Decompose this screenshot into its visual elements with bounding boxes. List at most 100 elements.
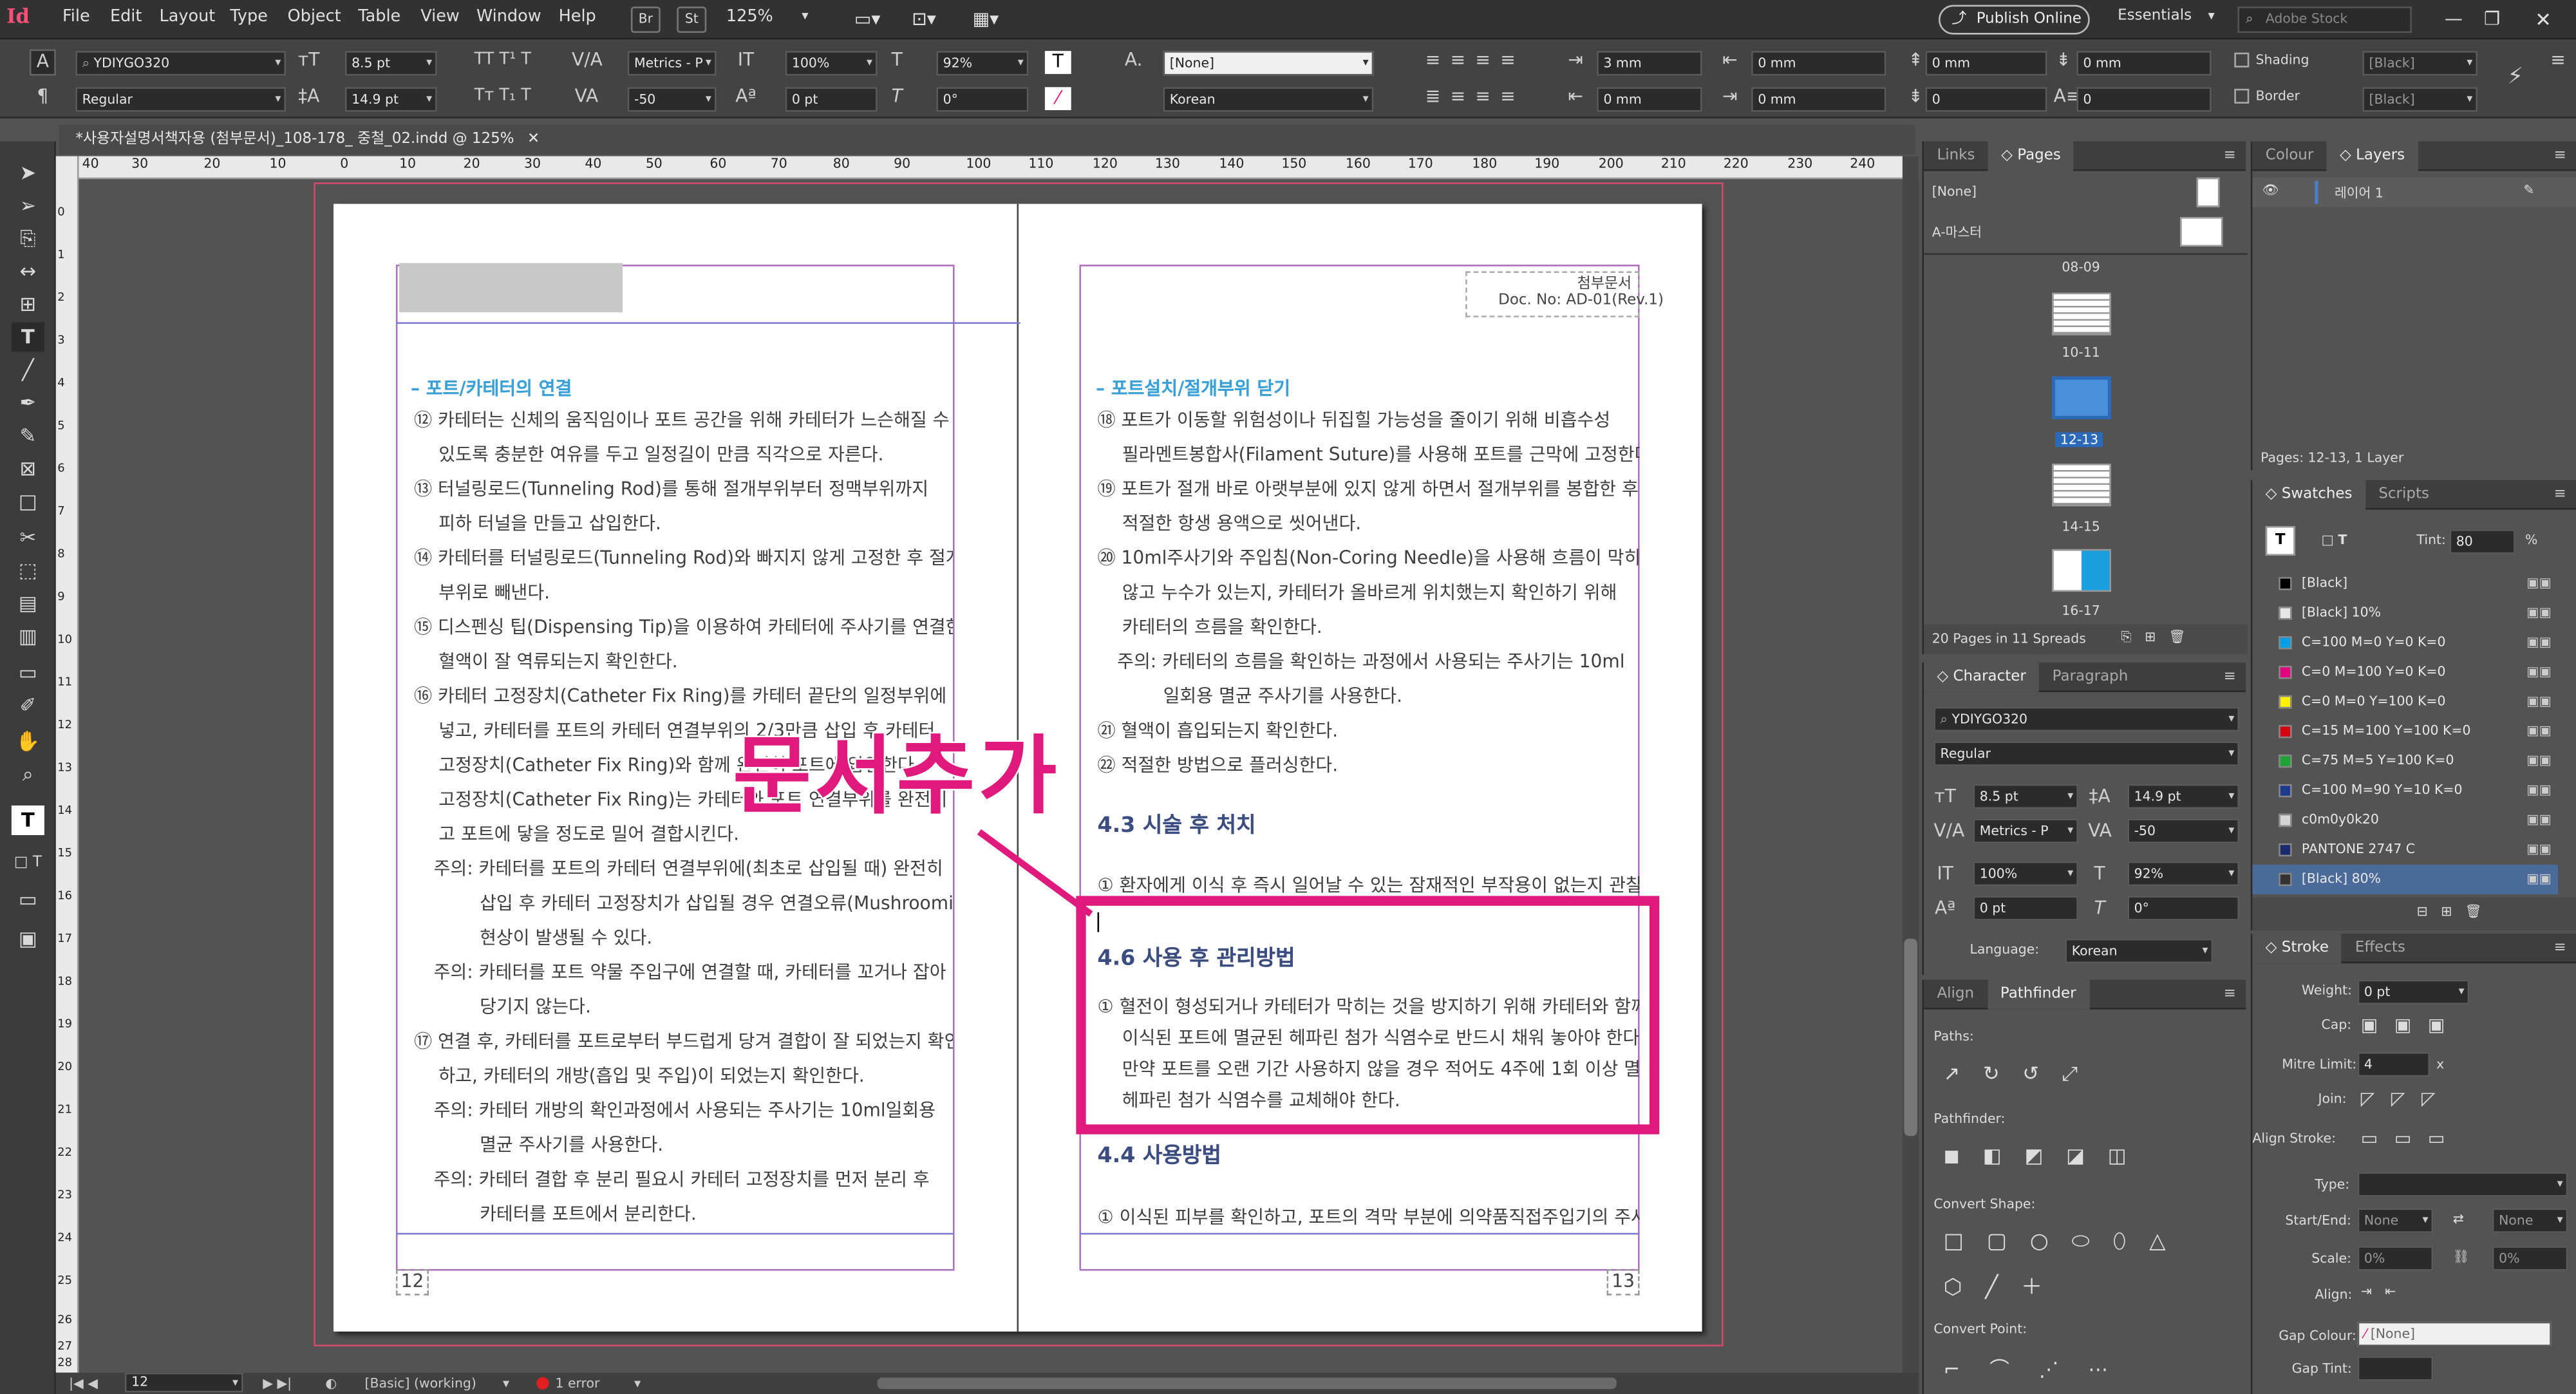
swatch-item[interactable]: [Black] ▣▣ [2252,569,2558,598]
font-family-field[interactable]: ⌕ YDIYGO320 ▾ [75,51,286,76]
right-body-text[interactable]: ⑱ 포트가 이동할 위험성이나 뒤집힐 가능성을 줄이기 위해 비흡수성 필라멘… [1098,403,1640,783]
rectangle-frame-tool-icon[interactable]: ⊠ [12,454,44,484]
panel-menu-icon[interactable]: ≡ [2224,980,2236,1010]
tab-stroke[interactable]: ◇ Stroke [2252,934,2342,964]
end-field[interactable]: None ▾ [2492,1208,2568,1233]
swatch-item[interactable]: C=0 M=0 Y=100 K=0 ▣▣ [2252,687,2558,717]
panel-menu-icon[interactable]: ≡ [2553,142,2566,171]
preflight-icon[interactable]: ◐ [325,1373,337,1394]
scale-start-field[interactable]: 0% [2357,1246,2434,1271]
spread-thumb-12-13[interactable] [2052,376,2111,420]
spread-thumb-14-15[interactable] [2052,463,2111,507]
none-master-thumb[interactable] [2196,177,2220,207]
close-tab-icon[interactable]: ✕ [527,131,540,148]
rectangle-tool-icon[interactable]: □ [12,487,44,516]
space-before-field[interactable]: 0 mm [1925,51,2047,76]
align-stroke-buttons[interactable]: ▭▭▭ [2361,1127,2461,1149]
screen-mode-icon[interactable]: ⊡▾ [912,8,936,30]
tab-paragraph[interactable]: Paragraph [2039,663,2141,692]
vertical-ruler[interactable]: 0 1 2 3 4 5 6 7 8 9 10 11 12 13 14 15 16… [55,156,79,1373]
selection-tool-icon[interactable]: ➤ [12,158,44,187]
spread-thumb-10-11[interactable] [2052,292,2111,335]
chevron-down-icon[interactable]: ▾ [503,1373,509,1394]
char-size-field[interactable]: 8.5 pt ▾ [1973,784,2078,809]
path-buttons[interactable]: ↗↻↺⤢ [1944,1062,2101,1086]
zoom-level[interactable]: 125% [726,8,773,26]
workspace-dropdown-icon[interactable]: ▾ [2208,8,2214,23]
pages-panel-buttons[interactable]: ⎘⊞🗑 [2121,630,2199,646]
tab-pages[interactable]: ◇ Pages [1988,141,2074,171]
menu-edit[interactable]: Edit [110,8,142,26]
chevron-down-icon[interactable]: ▾ [634,1373,641,1394]
swatch-item[interactable]: C=100 M=0 Y=0 K=0 ▣▣ [2252,628,2558,657]
tab-swatches[interactable]: ◇ Swatches [2252,480,2365,510]
character-formatting-icon[interactable]: A [29,49,56,76]
scrollbar-thumb[interactable] [1904,938,1917,1136]
menu-window[interactable]: Window [476,8,541,26]
type-tool-icon[interactable]: T [11,322,44,352]
pathfinder-buttons[interactable]: ◼◧◩◪◫ [1944,1144,2150,1167]
page-tool-icon[interactable]: ⎘ [12,223,44,253]
vertical-scrollbar[interactable] [1902,156,1919,1373]
tab-align[interactable]: Align [1924,980,1987,1010]
tracking-field[interactable]: -50 ▾ [627,87,717,112]
menu-help[interactable]: Help [559,8,596,26]
char-language-field[interactable]: Korean ▾ [2065,938,2214,964]
bridge-button[interactable]: Br [630,6,661,33]
view-mode-icon[interactable]: ▭ [12,885,44,914]
kerning-field[interactable]: Metrics - P ▾ [627,51,717,76]
maximize-icon[interactable]: ❐ [2484,8,2500,30]
border-swatch-field[interactable]: [Black] ▾ [2362,87,2477,112]
arrange-documents-icon[interactable]: ▦▾ [973,8,999,30]
border-checkbox[interactable] [2234,88,2250,104]
tab-effects[interactable]: Effects [2342,934,2418,963]
font-size-field[interactable]: 8.5 pt ▾ [344,51,437,76]
adobe-stock-search[interactable]: ⌕ Adobe Stock [2237,6,2412,33]
zoom-dropdown-icon[interactable]: ▾ [802,8,808,23]
cap-buttons[interactable]: ▣▣▣ [2361,1014,2461,1035]
right-indent-field[interactable]: 0 mm [1751,51,1886,76]
tab-colour[interactable]: Colour [2252,142,2326,171]
note-tool-icon[interactable]: ▭ [12,657,44,687]
horizontal-scrollbar[interactable] [877,1377,1617,1389]
menu-layout[interactable]: Layout [160,8,216,26]
point-buttons[interactable]: ⌐⌒⋰⋯ [1944,1355,2138,1382]
skew-field[interactable]: 0° [936,87,1029,112]
swatch-item[interactable]: PANTONE 2747 C ▣▣ [2252,835,2558,865]
space-after-field[interactable]: 0 mm [2076,51,2212,76]
char-kerning-field[interactable]: Metrics - P ▾ [1973,818,2078,843]
scissors-tool-icon[interactable]: ✂ [12,523,44,552]
language-field[interactable]: Korean ▾ [1163,87,1374,112]
close-icon[interactable]: ✕ [2535,8,2552,32]
swatch-item[interactable]: C=0 M=100 Y=0 K=0 ▣▣ [2252,657,2558,687]
stock-button[interactable]: St [677,6,707,33]
lightning-icon[interactable]: ⚡ [2504,66,2527,89]
none-master[interactable]: [None] [1932,184,1977,199]
tint-field[interactable]: 80 [2449,529,2515,554]
first-line-indent-field[interactable]: 0 mm [1597,87,1702,112]
menu-table[interactable]: Table [358,8,400,26]
scale-end-field[interactable]: 0% [2492,1246,2568,1271]
a-master[interactable]: A-마스터 [1932,223,1982,241]
panel-menu-icon[interactable]: ≡ [2553,934,2566,963]
swatch-item[interactable]: C=75 M=5 Y=100 K=0 ▣▣ [2252,746,2558,776]
pencil-tool-icon[interactable]: ✎ [12,421,44,451]
content-collector-icon[interactable]: ⊞ [12,289,44,319]
spread-thumb-16-17[interactable] [2052,549,2111,592]
menu-file[interactable]: File [62,8,90,26]
swatch-item[interactable]: C=100 M=90 Y=10 K=0 ▣▣ [2252,776,2558,805]
join-buttons[interactable]: ◸◸◸ [2361,1088,2452,1109]
char-tracking-field[interactable]: -50 ▾ [2127,818,2239,843]
document-tab[interactable]: *사용자설명서책자용 (첨부문서)_108-178_ 중철_02.indd @ … [59,125,1916,155]
tab-pathfinder[interactable]: Pathfinder [1987,979,2089,1010]
zoom-tool-icon[interactable]: ⌕ [12,760,44,789]
gradient-feather-tool-icon[interactable]: ▥ [12,621,44,651]
formatting-icon[interactable]: □ T [2322,532,2347,547]
page-number-field[interactable]: 12 ▾ [124,1372,243,1393]
char-hscale-field[interactable]: 92% ▾ [2127,861,2239,887]
type-field[interactable]: ▾ [2357,1172,2568,1197]
pen-tool-icon[interactable]: ✒ [12,388,44,418]
horizontal-ruler[interactable]: 40 30 20 10 0 10 20 30 40 50 60 70 80 90… [79,156,1919,180]
gap-tool-icon[interactable]: ↔ [12,256,44,286]
eyedropper-tool-icon[interactable]: ✐ [12,690,44,720]
